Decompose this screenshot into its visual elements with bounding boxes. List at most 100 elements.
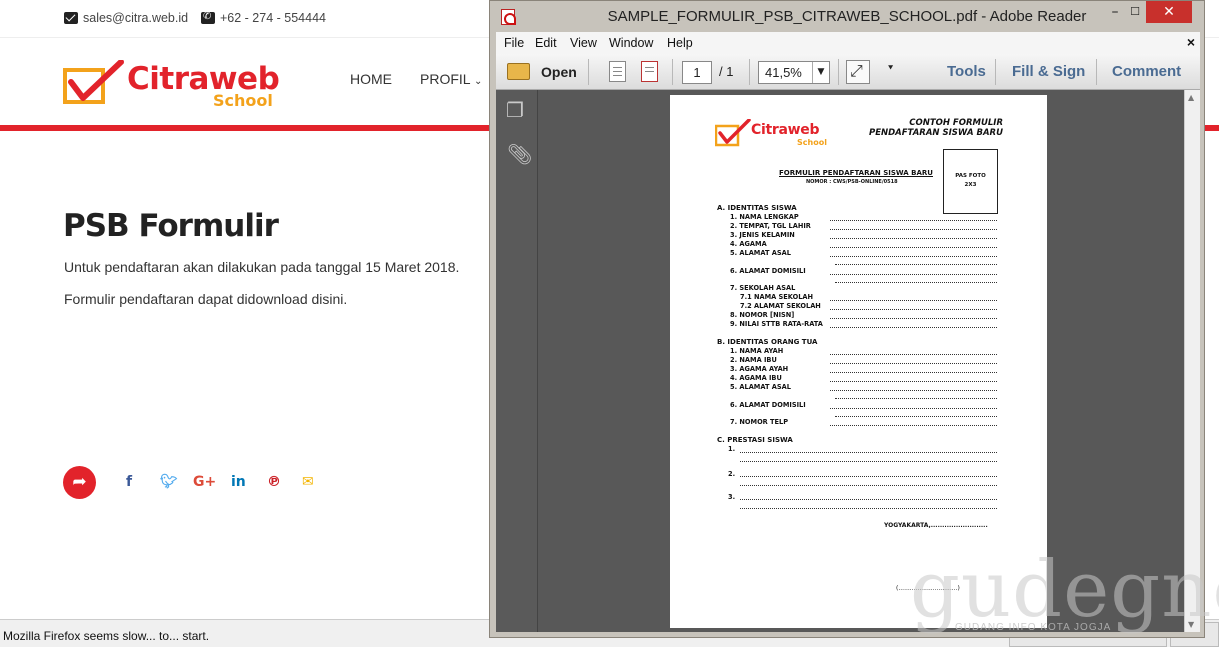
form-number: NOMOR : CWS/PSB-ONLINE/0518 [806, 179, 898, 185]
close-button[interactable]: ✕ [1146, 1, 1192, 23]
email-icon[interactable]: ✉ [302, 474, 314, 490]
pdf-heading: CONTOH FORMULIR PENDAFTARAN SISWA BARU [855, 118, 1003, 138]
folder-icon [507, 63, 530, 80]
menu-help[interactable]: Help [667, 36, 693, 50]
nav-profil-label: PROFIL [420, 71, 471, 87]
fill-line [830, 372, 997, 373]
status-text: Mozilla Firefox seems slow... to... star… [3, 629, 210, 643]
nav-profil[interactable]: PROFIL ⌄ [420, 71, 482, 87]
field-label: 1. NAMA LENGKAP [730, 213, 799, 221]
section-a-title: A. IDENTITAS SISWA [717, 204, 797, 212]
pdf-heading-line2: PENDAFTARAN SISWA BARU [868, 128, 1003, 138]
page-thumbnails-icon[interactable]: ❐ [506, 98, 524, 122]
window-title-bar[interactable]: SAMPLE_FORMULIR_PSB_CITRAWEB_SCHOOL.pdf … [490, 1, 1204, 32]
phone-contact[interactable]: +62 - 274 - 554444 [201, 11, 326, 25]
field-label: 7. NOMOR TELP [730, 418, 789, 426]
fill-line [830, 309, 997, 310]
fill-line [830, 318, 997, 319]
comment-button[interactable]: Comment [1112, 63, 1181, 80]
envelope-icon [64, 12, 78, 24]
photo-box-line1: PAS FOTO [955, 173, 986, 179]
fill-line [830, 354, 997, 355]
email-text: sales@citra.web.id [83, 11, 189, 25]
twitter-icon[interactable]: 🐦︎ [160, 474, 178, 490]
menu-bar: File Edit View Window Help × [496, 32, 1200, 54]
field-label: 5. ALAMAT ASAL [730, 383, 791, 391]
fill-line [830, 363, 997, 364]
fill-line [740, 499, 997, 500]
menu-view[interactable]: View [570, 36, 597, 50]
fill-line [740, 485, 997, 486]
fill-line [830, 425, 997, 426]
full-screen-icon[interactable] [846, 60, 870, 84]
field-label: 2. NAMA IBU [730, 356, 777, 364]
menu-edit[interactable]: Edit [535, 36, 557, 50]
tools-button[interactable]: Tools [947, 63, 986, 80]
pdf-logo-check-icon [715, 119, 751, 147]
field-label: 4. AGAMA IBU [730, 374, 782, 382]
pdf-heading-line1: CONTOH FORMULIR [909, 118, 1003, 128]
attachments-icon[interactable]: 📎︎ [507, 142, 532, 166]
toolbar-separator [1096, 59, 1097, 85]
field-label: 8. NOMOR [NISN] [730, 311, 795, 319]
linkedin-icon[interactable]: in [231, 474, 246, 490]
nav-home[interactable]: HOME [350, 71, 392, 87]
fill-line [830, 247, 997, 248]
watermark-tagline: GUDANG INFO KOTA JOGJA [955, 622, 1112, 633]
form-title: FORMULIR PENDAFTARAN SISWA BARU [779, 169, 933, 177]
section-b-title: B. IDENTITAS ORANG TUA [717, 338, 818, 346]
place-date: YOGYAKARTA,......................... [884, 522, 988, 529]
field-label: 1. [728, 445, 736, 453]
share-button[interactable]: ➦ [63, 466, 96, 499]
fill-line [830, 256, 997, 257]
facebook-icon[interactable]: f [126, 474, 132, 490]
phone-text: +62 - 274 - 554444 [220, 11, 326, 25]
field-label: 7.2 ALAMAT SEKOLAH [740, 302, 821, 310]
chevron-down-icon: ▼ [812, 62, 829, 83]
fill-line [830, 327, 997, 328]
open-label: Open [541, 64, 577, 80]
chevron-down-icon: ⌄ [473, 76, 483, 87]
field-label: 7.1 NAMA SEKOLAH [740, 293, 814, 301]
menu-window[interactable]: Window [609, 36, 653, 50]
customize-toolbar-icon[interactable]: ⯆ [887, 64, 894, 74]
navigation-pane: ❐ 📎︎ [496, 90, 538, 632]
paragraph-download[interactable]: Formulir pendaftaran dapat didownload di… [64, 291, 347, 307]
toolbar-separator [749, 59, 750, 85]
logo-school-text: School [213, 91, 273, 110]
zoom-select[interactable]: 41,5% ▼ [758, 61, 830, 84]
fill-line [740, 508, 997, 509]
paragraph-date: Untuk pendaftaran akan dilakukan pada ta… [64, 259, 460, 275]
photo-box-line2: 2X3 [964, 182, 977, 188]
field-label: 6. ALAMAT DOMISILI [730, 401, 806, 409]
fill-line [830, 220, 997, 221]
fill-line [830, 274, 997, 275]
window-title: SAMPLE_FORMULIR_PSB_CITRAWEB_SCHOOL.pdf … [607, 8, 1087, 25]
page-number-input[interactable]: 1 [682, 61, 712, 84]
menu-file[interactable]: File [504, 36, 524, 50]
fill-line [740, 476, 997, 477]
logo-check-icon [63, 60, 124, 104]
pinterest-icon[interactable]: ℗ [267, 474, 281, 490]
email-contact[interactable]: sales@citra.web.id [64, 11, 188, 25]
maximize-button[interactable]: ☐ [1124, 1, 1146, 23]
adobe-reader-window: SAMPLE_FORMULIR_PSB_CITRAWEB_SCHOOL.pdf … [489, 0, 1205, 638]
sign-document-icon[interactable] [641, 61, 658, 82]
field-label: 4. AGAMA [730, 240, 767, 248]
field-label: 9. NILAI STTB RATA-RATA [730, 320, 823, 328]
fill-line [830, 238, 997, 239]
fill-line [835, 416, 997, 417]
field-label: 6. ALAMAT DOMISILI [730, 267, 806, 275]
scroll-up-icon[interactable]: ▲ [1188, 93, 1194, 102]
share-arrow-icon: ➦ [72, 472, 87, 492]
site-logo[interactable]: Citraweb School [63, 54, 280, 110]
close-document-icon[interactable]: × [1187, 34, 1195, 50]
create-pdf-icon[interactable] [609, 61, 626, 82]
pdf-logo-school: School [797, 138, 827, 147]
reader-toolbar: Open 1 / 1 41,5% ▼ ⯆ Tools Fill & Sign C… [496, 54, 1200, 90]
pdf-logo-brand: Citraweb [751, 122, 820, 138]
google-plus-icon[interactable]: G+ [193, 474, 216, 490]
fill-sign-button[interactable]: Fill & Sign [1012, 63, 1085, 80]
fill-line [835, 398, 997, 399]
phone-icon [201, 11, 215, 24]
